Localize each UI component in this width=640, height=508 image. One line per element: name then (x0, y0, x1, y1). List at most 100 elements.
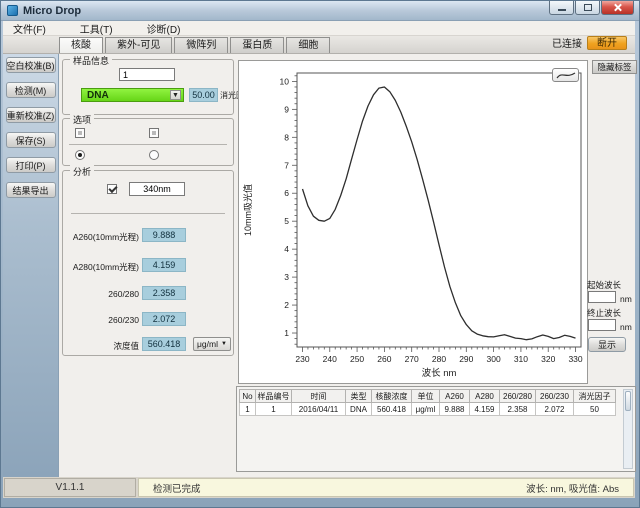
svg-text:3: 3 (284, 272, 289, 282)
col-concentration[interactable]: 核酸浓度 (372, 390, 412, 403)
col-a280[interactable]: A280 (470, 390, 500, 403)
maximize-icon (584, 4, 592, 11)
col-extinction[interactable]: 消光因子 (574, 390, 616, 403)
results-table-panel: No 样品编号 时间 类型 核酸浓度 单位 A260 A280 260/280 … (236, 386, 636, 472)
export-results-button[interactable]: 结果导出 (6, 182, 56, 198)
menu-file[interactable]: 文件(F) (11, 21, 48, 36)
tab-protein[interactable]: 蛋白质 (230, 37, 284, 53)
svg-text:290: 290 (459, 354, 473, 364)
recalibrate-button[interactable]: 重新校准(Z) (6, 107, 56, 123)
cell-unit: μg/ml (412, 403, 440, 416)
ratio-260-230-field: 2.072 (142, 312, 186, 326)
svg-text:5: 5 (284, 216, 289, 226)
app-icon (7, 5, 18, 16)
option-radio-2[interactable] (149, 150, 159, 160)
col-a260[interactable]: A260 (440, 390, 470, 403)
svg-text:7: 7 (284, 160, 289, 170)
col-260-230[interactable]: 260/230 (536, 390, 574, 403)
col-time[interactable]: 时间 (292, 390, 346, 403)
window-title: Micro Drop (23, 5, 81, 17)
window-controls (548, 1, 634, 15)
connection-status-label: 已连接 (552, 35, 582, 50)
svg-text:240: 240 (323, 354, 337, 364)
main-content: 样品信息 DNA ▼ 50.00 消光因子 选项 分析 A260(10mm光程) (59, 54, 635, 477)
ratio-260-280-field: 2.358 (142, 286, 186, 300)
wavelength-checkbox[interactable] (107, 184, 117, 194)
start-wavelength-label: 起始波长 (587, 279, 621, 291)
svg-text:330: 330 (568, 354, 582, 364)
status-readout: 波长: nm, 吸光值: Abs (526, 481, 619, 495)
options-title: 选项 (70, 113, 94, 126)
svg-text:10: 10 (280, 76, 290, 86)
option-radio-1[interactable] (75, 150, 85, 160)
col-unit[interactable]: 单位 (412, 390, 440, 403)
a260-field: 9.888 (142, 228, 186, 242)
start-wavelength-input[interactable] (588, 291, 616, 303)
col-type[interactable]: 类型 (346, 390, 372, 403)
table-header-row: No 样品编号 时间 类型 核酸浓度 单位 A260 A280 260/280 … (240, 390, 616, 403)
options-divider (69, 144, 227, 145)
svg-text:280: 280 (432, 354, 446, 364)
measure-button[interactable]: 检测(M) (6, 82, 56, 98)
a260-label: A260(10mm光程) (63, 231, 139, 243)
status-bar: V1.1.1 检测已完成 波长: nm, 吸光值: Abs (3, 477, 635, 498)
cell-a260: 9.888 (440, 403, 470, 416)
app-window: Micro Drop 文件(F) 工具(T) 诊断(D) 核酸 紫外-可见 微阵… (0, 0, 640, 508)
cell-260-280: 2.358 (500, 403, 536, 416)
unit-select[interactable]: μg/ml ▼ (193, 337, 231, 351)
status-strip: 检测已完成 波长: nm, 吸光值: Abs (138, 478, 634, 497)
svg-text:波长 nm: 波长 nm (422, 367, 457, 379)
legend-curve-icon (556, 71, 576, 80)
connection-area: 已连接 断开 (552, 35, 627, 50)
svg-text:310: 310 (514, 354, 528, 364)
spectrum-chart: 1234567891023024025026027028029030031032… (239, 61, 587, 383)
hide-labels-button[interactable]: 隐藏标签 (592, 60, 637, 74)
end-wavelength-input[interactable] (588, 319, 616, 331)
disconnect-button[interactable]: 断开 (587, 36, 627, 50)
cell-extinction: 50 (574, 403, 616, 416)
col-no[interactable]: No (240, 390, 256, 403)
cell-concentration: 560.418 (372, 403, 412, 416)
tab-uv-vis[interactable]: 紫外-可见 (105, 37, 172, 53)
close-button[interactable] (601, 1, 634, 15)
show-button[interactable]: 显示 (588, 337, 626, 352)
cell-sample-id: 1 (256, 403, 292, 416)
unit-value: μg/ml (197, 339, 218, 349)
sample-info-group: 样品信息 DNA ▼ 50.00 消光因子 (62, 59, 234, 115)
extinction-factor-field: 50.00 (189, 88, 218, 102)
sample-type-select[interactable]: DNA ▼ (81, 88, 184, 102)
sample-id-input[interactable] (119, 68, 175, 81)
sample-info-title: 样品信息 (70, 54, 112, 67)
end-unit-label: nm (620, 322, 632, 332)
table-scrollbar[interactable] (623, 389, 633, 469)
title-bar: Micro Drop (1, 1, 639, 21)
a280-field: 4.159 (142, 258, 186, 272)
col-260-280[interactable]: 260/280 (500, 390, 536, 403)
tab-cell[interactable]: 细胞 (286, 37, 330, 53)
chart-legend[interactable] (552, 68, 579, 82)
blank-calibration-button[interactable]: 空白校准(B) (6, 57, 56, 73)
svg-text:320: 320 (541, 354, 555, 364)
ratio-260-230-label: 260/230 (63, 315, 139, 325)
menu-diagnostics[interactable]: 诊断(D) (145, 21, 183, 36)
option-checkbox-1[interactable] (75, 128, 85, 138)
tab-nucleic-acid[interactable]: 核酸 (59, 37, 103, 53)
minimize-button[interactable] (549, 1, 574, 15)
option-checkbox-2[interactable] (149, 128, 159, 138)
cell-type: DNA (346, 403, 372, 416)
start-unit-label: nm (620, 294, 632, 304)
cell-a280: 4.159 (470, 403, 500, 416)
maximize-button[interactable] (575, 1, 600, 15)
svg-text:230: 230 (295, 354, 309, 364)
save-button[interactable]: 保存(S) (6, 132, 56, 148)
svg-text:2: 2 (284, 300, 289, 310)
table-row[interactable]: 1 1 2016/04/11 DNA 560.418 μg/ml 9.888 4… (240, 403, 616, 416)
col-sample-id[interactable]: 样品编号 (256, 390, 292, 403)
tab-microarray[interactable]: 微阵列 (174, 37, 228, 53)
wavelength-input[interactable] (129, 182, 185, 196)
print-button[interactable]: 打印(P) (6, 157, 56, 173)
svg-text:270: 270 (405, 354, 419, 364)
sidebar: 空白校准(B) 检测(M) 重新校准(Z) 保存(S) 打印(P) 结果导出 (3, 54, 59, 477)
chevron-down-icon: ▼ (221, 341, 227, 347)
menu-tools[interactable]: 工具(T) (78, 21, 115, 36)
